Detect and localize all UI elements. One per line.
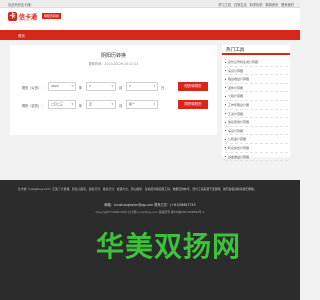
solar-year-select[interactable]: 2023 ▾ xyxy=(48,82,76,91)
sidebar-item[interactable]: 退休计算器 xyxy=(225,84,288,93)
lunar-to-solar-button[interactable]: 阴历转阳历 xyxy=(178,100,208,109)
top-link-life[interactable]: 日常生活 xyxy=(234,2,247,7)
solar-day-select[interactable]: 1 ▾ xyxy=(126,82,158,91)
footer-description: 信卡通（luckytong.com）汇集了计算器、新生儿取名、起名打分、姓名打分… xyxy=(18,187,257,191)
lunar-day-select[interactable]: 初一 ▾ xyxy=(126,100,158,109)
chevron-down-icon: ▾ xyxy=(153,84,155,88)
solar-month-value: 1 xyxy=(89,84,91,88)
welcome-text: 欢迎来到信卡通！ xyxy=(8,3,34,7)
sidebar-list: 身份证号码生成计算器 房贷计算器 税后收益计算器 退休计算器 个税计算器 工作年… xyxy=(225,58,288,162)
watermark-text: 华美双扬网 xyxy=(96,230,242,263)
solar-month-select[interactable]: 1 ▾ xyxy=(86,82,116,91)
solar-day-value: 1 xyxy=(129,84,131,88)
solar-month-unit: 月 xyxy=(119,85,123,90)
sidebar-item[interactable]: 车贷计算器 xyxy=(225,127,288,136)
top-bar: 欢迎来到信卡通！ 学习工具 日常生活 科学化学 新闻资讯 联系我们 xyxy=(0,0,300,8)
top-links: 学习工具 日常生活 科学化学 新闻资讯 联系我们 xyxy=(218,2,294,7)
converter-panel: 阴阳历转换 更新时间：2023-03-29 20:47:23 阳历（公历）： 2… xyxy=(10,45,217,135)
sidebar-item[interactable]: 基金收益计算器 xyxy=(225,153,288,162)
chevron-down-icon: ▾ xyxy=(71,84,73,88)
chevron-down-icon: ▾ xyxy=(111,84,113,88)
footer-contact: 邮箱：shuzhongbeian@qq.com 联系方式：(+81)568477… xyxy=(104,203,196,207)
sidebar-item[interactable]: 房贷计算器 xyxy=(225,67,288,76)
footer-copyright: Copyright©2009-2023 信卡通 luckytong.com 版权… xyxy=(95,210,205,214)
lunar-year-select[interactable]: 二〇二三 ▾ xyxy=(48,100,76,109)
sidebar-item[interactable]: 公积金计算器 xyxy=(225,135,288,144)
solar-label: 阳历（公历）： xyxy=(22,85,45,90)
top-link-news[interactable]: 新闻资讯 xyxy=(266,2,279,7)
lunar-label: 阴历（农历）： xyxy=(22,103,45,108)
sidebar-item[interactable]: 工作年限总计器 xyxy=(225,101,288,110)
lunar-day-value: 初一 xyxy=(129,102,136,106)
lunar-row: 阴历（农历）： 二〇二三 ▾ 年 正 ▾ 月 初一 ▾ 阴历转阳历 xyxy=(22,100,212,109)
sidebar-title: 热门工具 xyxy=(222,45,290,55)
page-title: 阴阳历转换 xyxy=(100,53,126,59)
sidebar-item[interactable]: 信贷费用计算器 xyxy=(225,118,288,127)
lunar-month-unit: 月 xyxy=(119,103,123,108)
current-time: 更新时间：2023-03-29 20:47:23 xyxy=(88,62,139,66)
hot-tools-sidebar: 热门工具 身份证号码生成计算器 房贷计算器 税后收益计算器 退休计算器 个税计算… xyxy=(222,45,290,162)
sidebar-item[interactable]: 利息综合计算器 xyxy=(225,144,288,153)
solar-year-unit: 年 xyxy=(79,85,83,90)
lunar-year-value: 二〇二三 xyxy=(51,102,64,106)
chevron-down-icon: ▾ xyxy=(111,102,113,106)
lunar-month-select[interactable]: 正 ▾ xyxy=(86,100,116,109)
sidebar-item[interactable]: 税后收益计算器 xyxy=(225,75,288,84)
nav-home[interactable]: 首页 xyxy=(18,33,25,38)
solar-year-value: 2023 xyxy=(51,84,59,88)
solar-day-unit: 日 xyxy=(161,85,165,90)
chevron-down-icon: ▾ xyxy=(153,102,155,106)
solar-row: 阳历（公历）： 2023 ▾ 年 1 ▾ 月 1 ▾ 日 阳历转阴历 xyxy=(22,82,212,91)
lunar-year-unit: 年 xyxy=(79,103,83,108)
main-nav: 首页 xyxy=(0,30,300,40)
sidebar-item[interactable]: 工资计算器 xyxy=(225,110,288,119)
top-link-study[interactable]: 学习工具 xyxy=(218,2,231,7)
top-link-science[interactable]: 科学化学 xyxy=(250,2,263,7)
logo-domain: luckytong.com xyxy=(19,19,37,22)
site-header xyxy=(0,8,300,30)
chevron-down-icon: ▾ xyxy=(71,102,73,106)
top-link-contact[interactable]: 联系我们 xyxy=(281,2,294,7)
logo-icon[interactable]: 卡 xyxy=(8,12,17,21)
sidebar-item[interactable]: 个税计算器 xyxy=(225,92,288,101)
solar-to-lunar-button[interactable]: 阳历转阴历 xyxy=(178,82,208,91)
page-tag: 阴阳历转换 xyxy=(42,13,62,19)
sidebar-item[interactable]: 身份证号码生成计算器 xyxy=(225,58,288,67)
lunar-month-value: 正 xyxy=(89,102,93,106)
